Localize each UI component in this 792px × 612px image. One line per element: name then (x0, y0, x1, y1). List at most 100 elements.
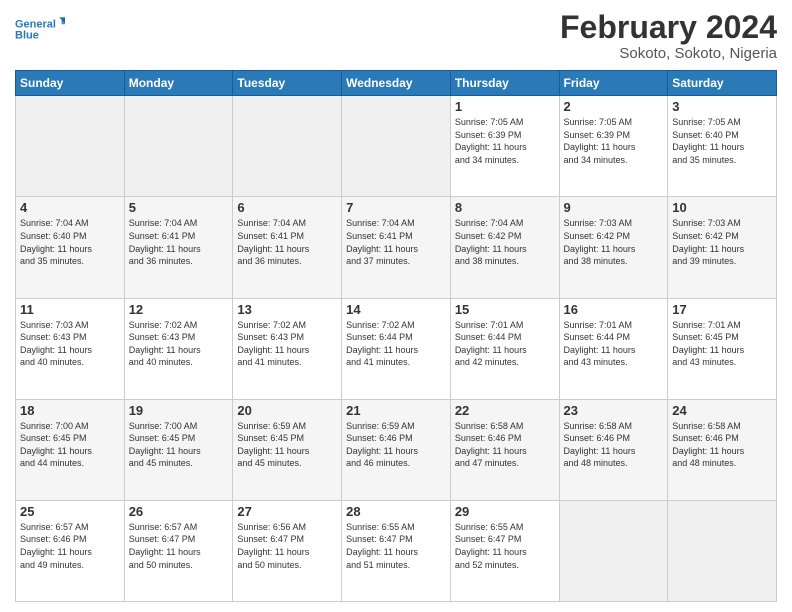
calendar-cell: 14Sunrise: 7:02 AM Sunset: 6:44 PM Dayli… (342, 298, 451, 399)
week-row-1: 4Sunrise: 7:04 AM Sunset: 6:40 PM Daylig… (16, 197, 777, 298)
weekday-header-friday: Friday (559, 71, 668, 96)
calendar-cell: 6 Sunrise: 7:04 AM Sunset: 6:41 PM Daylig… (233, 197, 342, 298)
week-row-0: 1 Sunrise: 7:05 AM Sunset: 6:39 PM Daylig… (16, 96, 777, 197)
day-number: 16 (564, 302, 664, 317)
calendar-cell: 3 Sunrise: 7:05 AM Sunset: 6:40 PM Daylig… (668, 96, 777, 197)
weekday-header-thursday: Thursday (450, 71, 559, 96)
calendar-cell: 15 Sunrise: 7:01 AM Sunset: 6:44 PM Dayli… (450, 298, 559, 399)
weekday-header-monday: Monday (124, 71, 233, 96)
calendar-cell: 11 Sunrise: 7:03 AM Sunset: 6:43 PM Dayli… (16, 298, 125, 399)
calendar-cell: 17 Sunrise: 7:01 AM Sunset: 6:45 PM Dayli… (668, 298, 777, 399)
day-info: Sunrise: 6:58 AM Sunset: 6:46 PM Dayligh… (672, 420, 772, 470)
calendar-cell (342, 96, 451, 197)
calendar-cell: 7Sunrise: 7:04 AM Sunset: 6:41 PM Daylig… (342, 197, 451, 298)
day-info: Sunrise: 7:01 AM Sunset: 6:44 PM Dayligh… (564, 319, 664, 369)
day-number: 23 (564, 403, 664, 418)
week-row-2: 11 Sunrise: 7:03 AM Sunset: 6:43 PM Dayli… (16, 298, 777, 399)
day-number: 15 (455, 302, 555, 317)
calendar-cell (124, 96, 233, 197)
day-info: Sunrise: 6:55 AM Sunset: 6:47 PM Dayligh… (455, 521, 555, 571)
calendar-cell: 29 Sunrise: 6:55 AM Sunset: 6:47 PM Dayli… (450, 500, 559, 601)
weekday-header-sunday: Sunday (16, 71, 125, 96)
day-info: Sunrise: 6:58 AM Sunset: 6:46 PM Dayligh… (564, 420, 664, 470)
day-number: 3 (672, 99, 772, 114)
month-title: February 2024 (560, 10, 777, 45)
day-number: 24 (672, 403, 772, 418)
day-info: Sunrise: 6:59 AM Sunset: 6:46 PM Dayligh… (346, 420, 446, 470)
day-number: 28 (346, 504, 446, 519)
calendar-cell: 28 Sunrise: 6:55 AM Sunset: 6:47 PM Dayli… (342, 500, 451, 601)
day-info: Sunrise: 7:01 AM Sunset: 6:45 PM Dayligh… (672, 319, 772, 369)
week-row-3: 18 Sunrise: 7:00 AM Sunset: 6:45 PM Dayli… (16, 399, 777, 500)
header: General Blue February 2024 Sokoto, Sokot… (15, 10, 777, 62)
calendar-cell: 20 Sunrise: 6:59 AM Sunset: 6:45 PM Dayli… (233, 399, 342, 500)
day-info: Sunrise: 7:05 AM Sunset: 6:39 PM Dayligh… (455, 116, 555, 166)
day-info: Sunrise: 6:58 AM Sunset: 6:46 PM Dayligh… (455, 420, 555, 470)
day-info: Sunrise: 7:03 AM Sunset: 6:42 PM Dayligh… (564, 217, 664, 267)
calendar-cell (16, 96, 125, 197)
day-info: Sunrise: 7:04 AM Sunset: 6:41 PM Dayligh… (237, 217, 337, 267)
weekday-header-wednesday: Wednesday (342, 71, 451, 96)
day-info: Sunrise: 7:04 AM Sunset: 6:42 PM Dayligh… (455, 217, 555, 267)
calendar-cell: 19Sunrise: 7:00 AM Sunset: 6:45 PM Dayli… (124, 399, 233, 500)
calendar-table: SundayMondayTuesdayWednesdayThursdayFrid… (15, 70, 777, 602)
calendar-cell: 18 Sunrise: 7:00 AM Sunset: 6:45 PM Dayli… (16, 399, 125, 500)
weekday-header-row: SundayMondayTuesdayWednesdayThursdayFrid… (16, 71, 777, 96)
day-number: 6 (237, 200, 337, 215)
day-info: Sunrise: 6:56 AM Sunset: 6:47 PM Dayligh… (237, 521, 337, 571)
day-info: Sunrise: 7:03 AM Sunset: 6:43 PM Dayligh… (20, 319, 120, 369)
day-info: Sunrise: 7:03 AM Sunset: 6:42 PM Dayligh… (672, 217, 772, 267)
weekday-header-saturday: Saturday (668, 71, 777, 96)
day-info: Sunrise: 7:04 AM Sunset: 6:41 PM Dayligh… (129, 217, 229, 267)
day-info: Sunrise: 7:02 AM Sunset: 6:44 PM Dayligh… (346, 319, 446, 369)
day-info: Sunrise: 7:05 AM Sunset: 6:39 PM Dayligh… (564, 116, 664, 166)
calendar-cell: 26Sunrise: 6:57 AM Sunset: 6:47 PM Dayli… (124, 500, 233, 601)
day-info: Sunrise: 7:01 AM Sunset: 6:44 PM Dayligh… (455, 319, 555, 369)
calendar-cell: 4Sunrise: 7:04 AM Sunset: 6:40 PM Daylig… (16, 197, 125, 298)
calendar-cell: 5 Sunrise: 7:04 AM Sunset: 6:41 PM Daylig… (124, 197, 233, 298)
day-number: 17 (672, 302, 772, 317)
day-number: 27 (237, 504, 337, 519)
day-info: Sunrise: 7:02 AM Sunset: 6:43 PM Dayligh… (237, 319, 337, 369)
day-info: Sunrise: 7:02 AM Sunset: 6:43 PM Dayligh… (129, 319, 229, 369)
day-info: Sunrise: 6:57 AM Sunset: 6:47 PM Dayligh… (129, 521, 229, 571)
title-section: February 2024 Sokoto, Sokoto, Nigeria (560, 10, 777, 62)
day-number: 5 (129, 200, 229, 215)
day-info: Sunrise: 6:57 AM Sunset: 6:46 PM Dayligh… (20, 521, 120, 571)
day-number: 8 (455, 200, 555, 215)
day-number: 1 (455, 99, 555, 114)
day-number: 20 (237, 403, 337, 418)
calendar-cell: 23 Sunrise: 6:58 AM Sunset: 6:46 PM Dayli… (559, 399, 668, 500)
logo: General Blue (15, 10, 70, 50)
day-number: 9 (564, 200, 664, 215)
day-number: 12 (129, 302, 229, 317)
day-info: Sunrise: 7:00 AM Sunset: 6:45 PM Dayligh… (129, 420, 229, 470)
weekday-header-tuesday: Tuesday (233, 71, 342, 96)
svg-text:General: General (15, 18, 56, 30)
calendar-cell: 12 Sunrise: 7:02 AM Sunset: 6:43 PM Dayli… (124, 298, 233, 399)
day-number: 13 (237, 302, 337, 317)
calendar-cell: 16 Sunrise: 7:01 AM Sunset: 6:44 PM Dayli… (559, 298, 668, 399)
day-number: 18 (20, 403, 120, 418)
calendar-cell (668, 500, 777, 601)
page: General Blue February 2024 Sokoto, Sokot… (0, 0, 792, 612)
day-number: 29 (455, 504, 555, 519)
calendar-cell: 10 Sunrise: 7:03 AM Sunset: 6:42 PM Dayli… (668, 197, 777, 298)
day-info: Sunrise: 7:00 AM Sunset: 6:45 PM Dayligh… (20, 420, 120, 470)
day-info: Sunrise: 6:55 AM Sunset: 6:47 PM Dayligh… (346, 521, 446, 571)
calendar-cell: 2 Sunrise: 7:05 AM Sunset: 6:39 PM Daylig… (559, 96, 668, 197)
calendar-cell (559, 500, 668, 601)
day-info: Sunrise: 7:05 AM Sunset: 6:40 PM Dayligh… (672, 116, 772, 166)
day-number: 10 (672, 200, 772, 215)
day-number: 7 (346, 200, 446, 215)
calendar-cell: 24 Sunrise: 6:58 AM Sunset: 6:46 PM Dayli… (668, 399, 777, 500)
calendar-cell: 8 Sunrise: 7:04 AM Sunset: 6:42 PM Daylig… (450, 197, 559, 298)
calendar-cell: 1 Sunrise: 7:05 AM Sunset: 6:39 PM Daylig… (450, 96, 559, 197)
svg-text:Blue: Blue (15, 29, 39, 41)
day-number: 2 (564, 99, 664, 114)
day-info: Sunrise: 7:04 AM Sunset: 6:40 PM Dayligh… (20, 217, 120, 267)
day-number: 11 (20, 302, 120, 317)
day-info: Sunrise: 6:59 AM Sunset: 6:45 PM Dayligh… (237, 420, 337, 470)
calendar-cell (233, 96, 342, 197)
logo-svg: General Blue (15, 10, 70, 50)
